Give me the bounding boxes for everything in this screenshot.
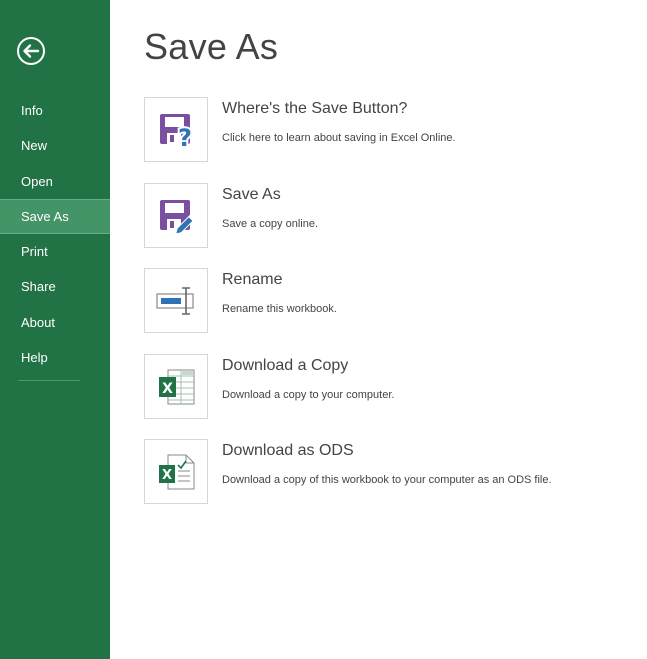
nav-item-info[interactable]: Info xyxy=(0,93,110,128)
option-description: Rename this workbook. xyxy=(222,303,337,315)
option-description: Save a copy online. xyxy=(222,218,319,230)
nav-item-label: Save As xyxy=(21,208,69,224)
option-save-help[interactable]: ? ? Where's the Save Button? Click here … xyxy=(144,97,614,165)
option-tile: ? ? xyxy=(144,97,208,162)
svg-text:X: X xyxy=(162,468,172,483)
nav-item-save-as[interactable]: Save As xyxy=(0,198,110,235)
option-description: Click here to learn about saving in Exce… xyxy=(222,132,456,144)
nav-item-label: New xyxy=(21,138,48,154)
option-title: Rename xyxy=(222,271,283,288)
back-button[interactable] xyxy=(16,36,46,66)
nav-divider xyxy=(18,380,80,381)
nav-item-print[interactable]: Print xyxy=(0,234,110,269)
nav-item-label: Help xyxy=(21,350,48,366)
svg-text:?: ? xyxy=(178,124,192,151)
option-title: Download as ODS xyxy=(222,442,354,459)
nav-item-share[interactable]: Share xyxy=(0,269,110,304)
option-save-as[interactable]: Save As Save a copy online. xyxy=(144,183,614,251)
option-description: Download a copy of this workbook to your… xyxy=(222,474,552,486)
nav-item-new[interactable]: New xyxy=(0,128,110,163)
nav-item-open[interactable]: Open xyxy=(0,164,110,199)
page-title: Save As xyxy=(144,26,279,67)
rename-icon xyxy=(156,287,194,315)
nav-item-label: About xyxy=(21,314,55,330)
backstage-nav: Info New Open Save As Print Share About … xyxy=(0,93,110,375)
option-tile xyxy=(144,183,208,248)
option-tile: X xyxy=(144,354,208,419)
nav-item-label: Open xyxy=(21,173,53,189)
option-rename[interactable]: Rename Rename this workbook. xyxy=(144,268,614,336)
option-tile xyxy=(144,268,208,333)
nav-item-label: Print xyxy=(21,244,48,260)
option-tile: X xyxy=(144,439,208,504)
nav-item-label: Info xyxy=(21,103,43,118)
option-title: Save As xyxy=(222,186,281,203)
nav-item-help[interactable]: Help xyxy=(0,340,110,375)
back-arrow-icon xyxy=(17,37,45,65)
nav-item-about[interactable]: About xyxy=(0,305,110,340)
save-help-icon: ? ? xyxy=(160,114,194,151)
option-title: Where's the Save Button? xyxy=(222,100,408,117)
nav-item-label: Share xyxy=(21,279,56,295)
option-download-ods[interactable]: X Download as ODS Download a copy of thi… xyxy=(144,439,614,507)
ods-download-icon: X xyxy=(159,454,195,490)
option-download-copy[interactable]: X Download a Copy Download a copy to you… xyxy=(144,354,614,422)
option-description: Download a copy to your computer. xyxy=(222,389,395,401)
svg-text:X: X xyxy=(162,381,173,397)
backstage-sidebar: Info New Open Save As Print Share About … xyxy=(0,0,110,659)
save-as-icon xyxy=(160,200,196,235)
option-title: Download a Copy xyxy=(222,357,349,374)
excel-download-icon: X xyxy=(159,369,195,405)
